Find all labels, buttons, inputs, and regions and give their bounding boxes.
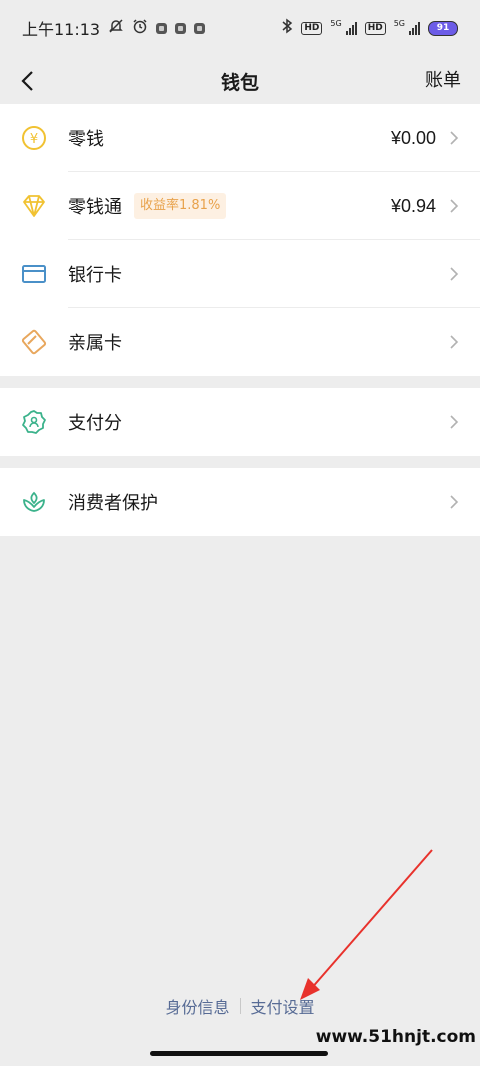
diamond-icon [20,192,48,220]
page-title: 钱包 [220,71,259,94]
footer-links: 身份信息 支付设置 [0,990,480,1022]
app-notification-icon [175,22,187,34]
list-item-label: 零钱 [68,129,104,150]
list-item-label: 支付分 [68,413,122,434]
chevron-right-icon [450,131,459,145]
chevron-right-icon [450,335,459,349]
bill-button[interactable]: 账单 [425,66,461,92]
identity-info-link[interactable]: 身份信息 [155,994,239,1018]
status-time: 上午11:13 [22,20,101,39]
app-notification-icon [194,22,206,34]
app-notification-icon [156,22,168,34]
list-item-label: 亲属卡 [68,333,122,354]
chevron-right-icon [450,495,459,509]
consumer-protection-icon [20,488,48,516]
pay-score-icon [20,408,48,436]
hd-badge: HD [301,21,323,35]
signal-icon [409,21,420,35]
family-card-icon [20,328,48,356]
list-item-family-card[interactable]: 亲属卡 [0,308,480,376]
pay-score-group: 支付分 [0,388,480,456]
list-item-label: 消费者保护 [68,493,158,514]
coin-icon: ¥ [20,124,48,152]
list-item-change[interactable]: ¥ 零钱 ¥0.00 [0,104,480,172]
list-item-consumer-protection[interactable]: 消费者保护 [0,468,480,536]
wallet-group: ¥ 零钱 ¥0.00 零钱通 收益率1.81% ¥0.94 银行卡 亲属卡 [0,104,480,376]
nav-bar: 钱包 账单 [0,56,480,106]
chevron-right-icon [450,267,459,281]
list-item-bank-card[interactable]: 银行卡 [0,240,480,308]
list-item-pay-score[interactable]: 支付分 [0,388,480,456]
battery-icon: 91 [428,20,458,36]
home-indicator[interactable] [150,1051,328,1056]
list-item-label: 银行卡 [68,265,122,286]
network-type: 5G [393,18,405,28]
chevron-left-icon [21,71,33,91]
balance-value: ¥0.94 [390,195,436,216]
status-right: HD 5G HD 5G 91 [281,18,458,38]
bank-card-icon [20,260,48,288]
svg-text:¥: ¥ [30,132,38,147]
consumer-protection-group: 消费者保护 [0,468,480,536]
status-bar: 上午11:13 HD 5G HD 5G 91 [0,0,480,56]
bluetooth-icon [281,18,293,38]
alarm-icon [132,18,148,38]
chevron-right-icon [450,415,459,429]
status-left: 上午11:13 [22,16,206,40]
mute-bell-icon [108,18,124,38]
watermark: www.51hnjt.com [315,1027,476,1047]
balance-value: ¥0.00 [390,127,436,148]
signal-icon [345,21,357,35]
hd-badge: HD [364,21,386,35]
list-item-label: 零钱通 [68,197,122,218]
network-type: 5G [330,18,342,28]
payment-settings-link[interactable]: 支付设置 [241,994,325,1018]
chevron-right-icon [450,199,459,213]
yield-badge: 收益率1.81% [134,193,227,219]
list-item-lingqiantong[interactable]: 零钱通 收益率1.81% ¥0.94 [0,172,480,240]
back-button[interactable] [14,64,40,98]
